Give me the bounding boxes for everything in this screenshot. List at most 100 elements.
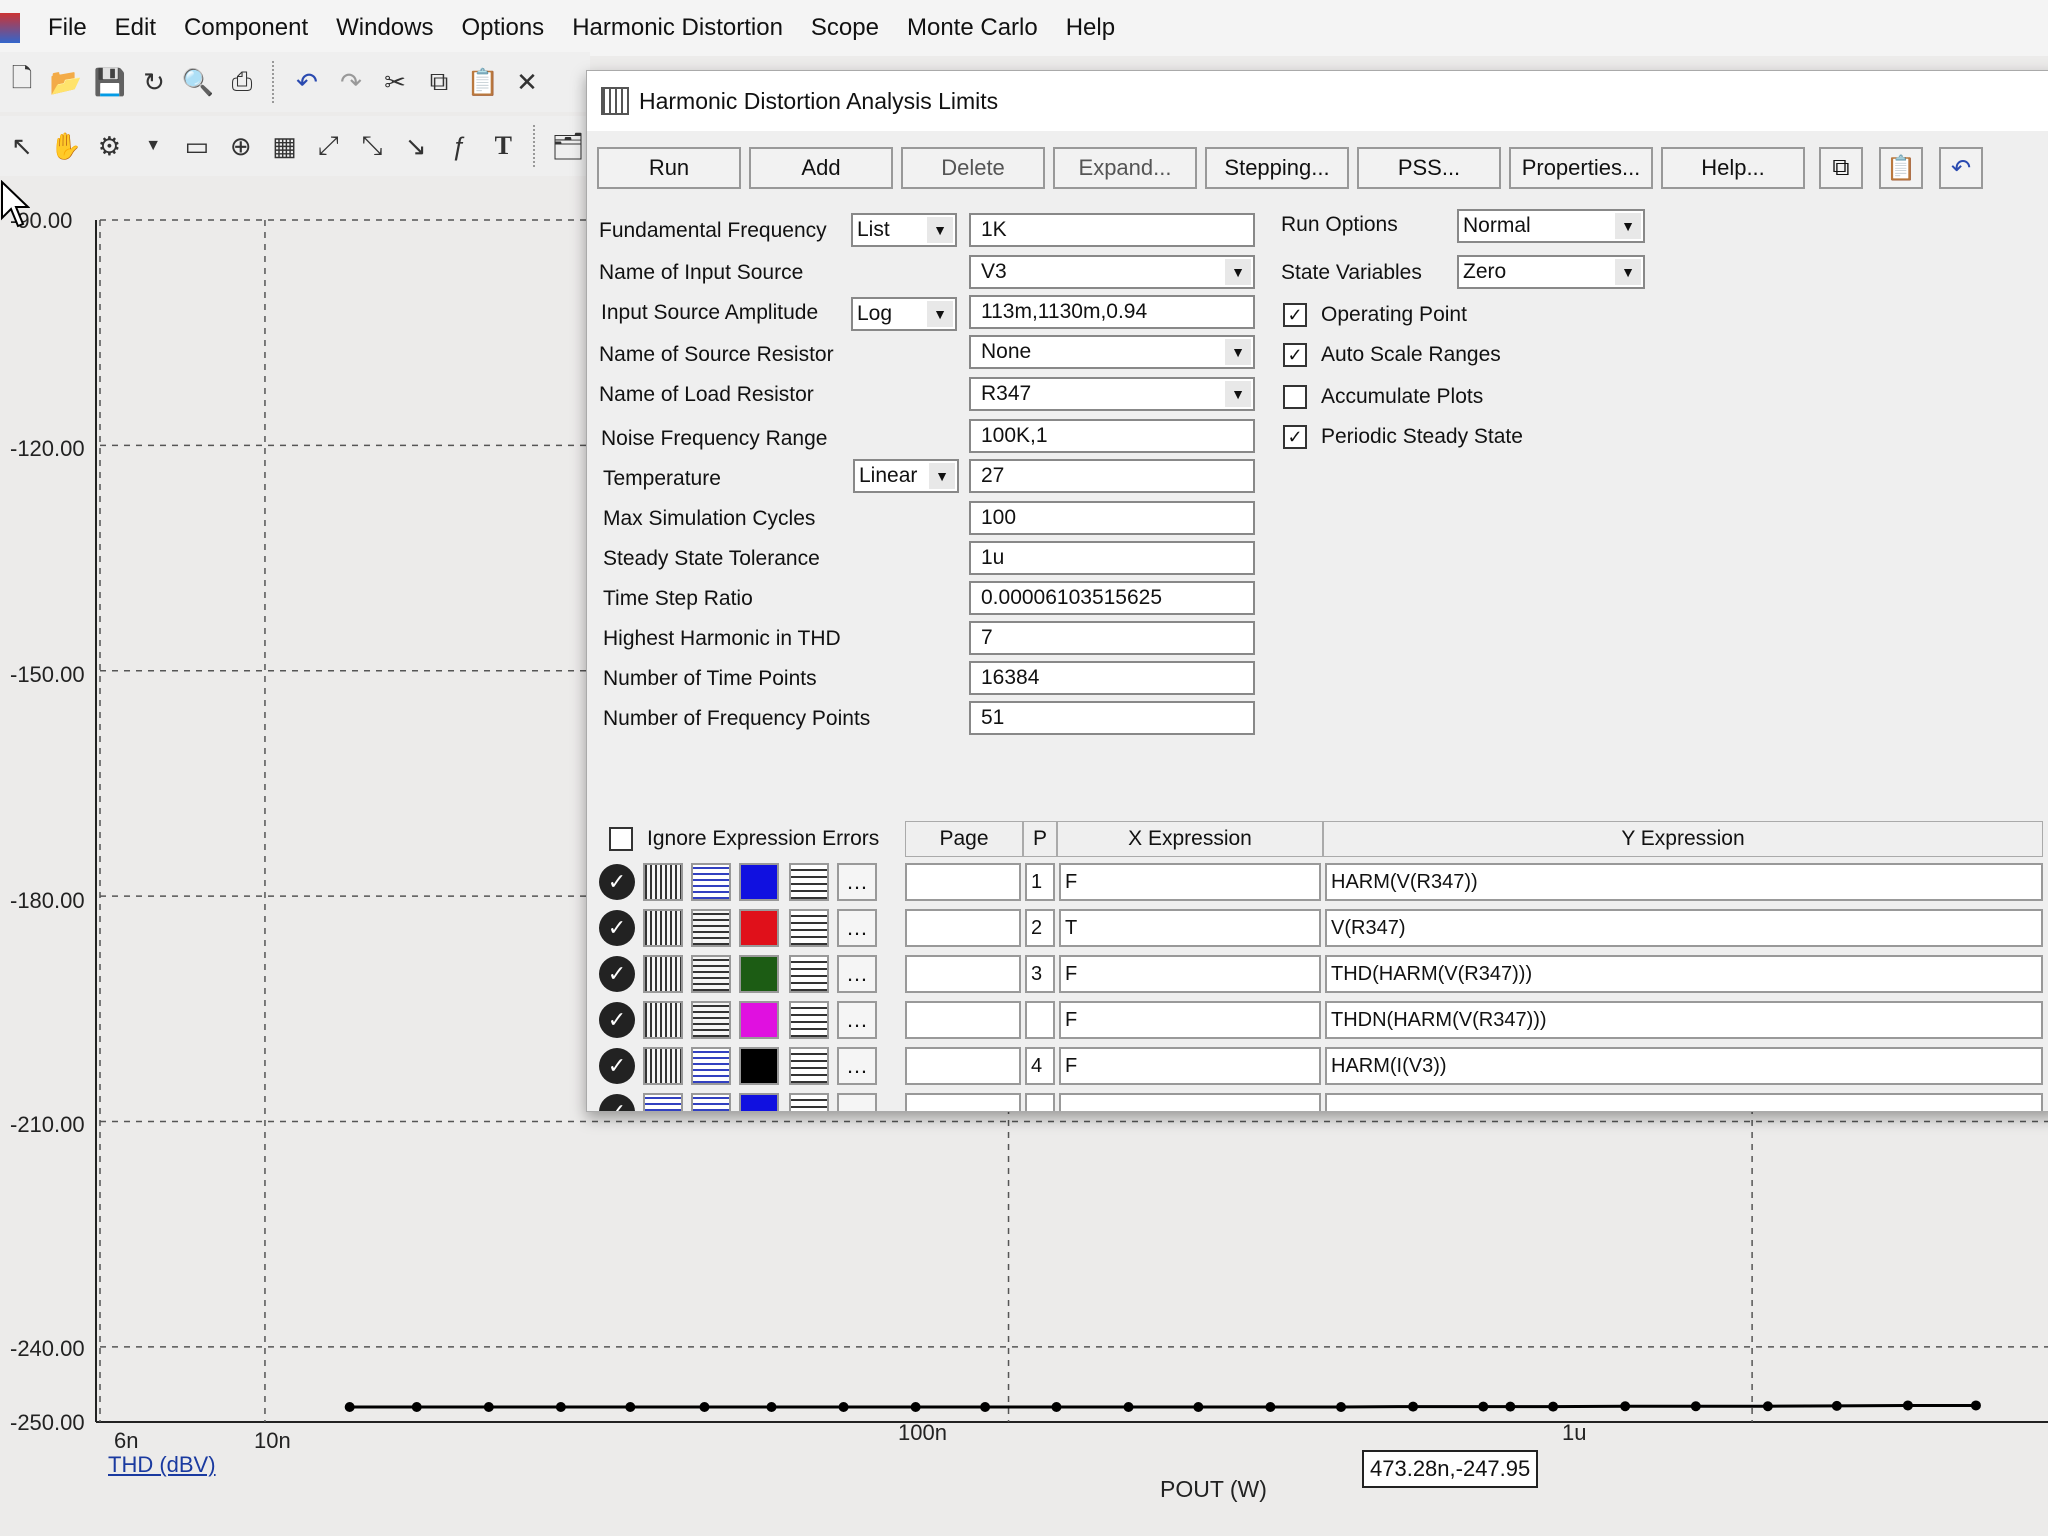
chevron-down-icon[interactable]: ▼ — [927, 301, 953, 327]
bar-style-icon[interactable] — [691, 1047, 731, 1085]
check-circle-icon[interactable]: ✓ — [599, 1094, 635, 1111]
column-p[interactable]: P — [1023, 821, 1057, 857]
chevron-down-icon[interactable]: ▼ — [1615, 213, 1641, 239]
stepping-button[interactable]: Stepping... — [1205, 147, 1349, 189]
periodic-steady-state-checkbox[interactable]: ✓ Periodic Steady State — [1283, 425, 1523, 449]
expression-row[interactable]: ✓ … 2 T V(R347) — [597, 907, 2048, 949]
menu-harmonic-distortion[interactable]: Harmonic Distortion — [558, 14, 797, 42]
line-style-icon[interactable] — [643, 1093, 683, 1111]
refresh-icon[interactable]: ↻ — [134, 62, 174, 102]
temperature-input[interactable]: 27 — [969, 459, 1255, 493]
save-icon[interactable]: 💾 — [90, 62, 130, 102]
operating-point-checkbox[interactable]: ✓ Operating Point — [1283, 303, 1467, 327]
check-icon[interactable]: ✓ — [1283, 425, 1307, 449]
x-expression-cell[interactable]: F — [1059, 863, 1321, 901]
bar-style-icon[interactable] — [691, 1093, 731, 1111]
column-page[interactable]: Page — [905, 821, 1023, 857]
expression-row[interactable]: ✓ … 3 F THD(HARM(V(R347))) — [597, 953, 2048, 995]
page-cell[interactable] — [905, 1093, 1021, 1111]
slope-icon[interactable]: ↘ — [396, 126, 436, 166]
noise-range-input[interactable]: 100K,1 — [969, 419, 1255, 453]
more-options-button[interactable]: … — [837, 863, 877, 901]
table-icon[interactable] — [789, 1001, 829, 1039]
paste-icon[interactable]: 📋 — [463, 62, 503, 102]
bar-style-icon[interactable] — [691, 955, 731, 993]
y-expression-cell[interactable]: HARM(V(R347)) — [1325, 863, 2043, 901]
run-button[interactable]: Run — [597, 147, 741, 189]
color-swatch[interactable] — [739, 909, 779, 947]
delete-button[interactable]: Delete — [901, 147, 1045, 189]
bar-style-icon[interactable] — [691, 1001, 731, 1039]
x-expression-cell[interactable]: F — [1059, 1047, 1321, 1085]
scale-icon[interactable]: ⚙ — [90, 126, 130, 166]
help-button[interactable]: Help... — [1661, 147, 1805, 189]
fundamental-frequency-input[interactable]: 1K — [969, 213, 1255, 247]
add-button[interactable]: Add — [749, 147, 893, 189]
line-style-icon[interactable] — [643, 1001, 683, 1039]
p-cell[interactable]: 2 — [1025, 909, 1055, 947]
select-arrow-icon[interactable]: ↖ — [2, 126, 42, 166]
copy-icon[interactable]: ⧉ — [1819, 147, 1863, 189]
p-cell[interactable] — [1025, 1001, 1055, 1039]
page-cell[interactable] — [905, 863, 1021, 901]
print-icon[interactable]: ⎙ — [222, 62, 262, 102]
pan-hand-icon[interactable]: ✋ — [46, 126, 86, 166]
state-variables-select[interactable]: Zero ▼ — [1457, 255, 1645, 289]
menu-component[interactable]: Component — [170, 14, 322, 42]
grid-icon[interactable]: ▦ — [265, 126, 305, 166]
amplitude-mode-select[interactable]: Log ▼ — [851, 297, 957, 331]
peak-icon[interactable]: ⤢ — [308, 126, 348, 166]
more-options-button[interactable]: … — [837, 1093, 877, 1111]
steady-tolerance-input[interactable]: 1u — [969, 541, 1255, 575]
chevron-down-icon[interactable]: ▼ — [929, 463, 955, 489]
frequency-mode-select[interactable]: List ▼ — [851, 213, 957, 247]
chevron-down-icon[interactable]: ▼ — [927, 217, 953, 243]
column-y-expression[interactable]: Y Expression — [1323, 821, 2043, 857]
check-icon[interactable]: ✓ — [1283, 343, 1307, 367]
check-circle-icon[interactable]: ✓ — [599, 1002, 635, 1038]
new-file-icon[interactable]: 🗋 — [2, 62, 42, 102]
ignore-errors-checkbox[interactable]: Ignore Expression Errors — [609, 827, 879, 851]
color-swatch[interactable] — [739, 955, 779, 993]
temperature-mode-select[interactable]: Linear ▼ — [853, 459, 959, 493]
chevron-down-icon[interactable]: ▼ — [1225, 339, 1251, 365]
expression-row[interactable]: ✓ … F THDN(HARM(V(R347))) — [597, 999, 2048, 1041]
chevron-down-icon[interactable]: ▼ — [1225, 381, 1251, 407]
auto-scale-checkbox[interactable]: ✓ Auto Scale Ranges — [1283, 343, 1501, 367]
p-cell[interactable]: 1 — [1025, 863, 1055, 901]
expand-button[interactable]: Expand... — [1053, 147, 1197, 189]
copy-icon[interactable]: ⧉ — [419, 62, 459, 102]
column-x-expression[interactable]: X Expression — [1057, 821, 1323, 857]
time-step-input[interactable]: 0.00006103515625 — [969, 581, 1255, 615]
x-expression-cell[interactable]: F — [1059, 1001, 1321, 1039]
x-expression-cell[interactable] — [1059, 1093, 1321, 1111]
line-style-icon[interactable] — [643, 863, 683, 901]
table-icon[interactable] — [789, 1047, 829, 1085]
color-swatch[interactable] — [739, 1001, 779, 1039]
line-style-icon[interactable] — [643, 1047, 683, 1085]
check-circle-icon[interactable]: ✓ — [599, 1048, 635, 1084]
menu-help[interactable]: Help — [1052, 14, 1129, 42]
expression-row[interactable]: ✓… — [597, 1091, 2048, 1111]
page-cell[interactable] — [905, 955, 1021, 993]
load-resistor-select[interactable]: R347 ▼ — [969, 377, 1255, 411]
page-cell[interactable] — [905, 909, 1021, 947]
menu-windows[interactable]: Windows — [322, 14, 447, 42]
y-axis-label[interactable]: THD (dBV) — [108, 1452, 216, 1478]
color-swatch[interactable] — [739, 1047, 779, 1085]
highest-harmonic-input[interactable]: 7 — [969, 621, 1255, 655]
line-style-icon[interactable] — [643, 955, 683, 993]
menu-options[interactable]: Options — [447, 14, 558, 42]
delete-icon[interactable]: ✕ — [507, 62, 547, 102]
undo-icon[interactable]: ↶ — [1939, 147, 1983, 189]
dialog-title-bar[interactable]: Harmonic Distortion Analysis Limits — [587, 71, 2048, 131]
y-expression-cell[interactable] — [1325, 1093, 2043, 1111]
freq-points-input[interactable]: 51 — [969, 701, 1255, 735]
pss-button[interactable]: PSS... — [1357, 147, 1501, 189]
valley-icon[interactable]: ⤡ — [352, 126, 392, 166]
y-expression-cell[interactable]: HARM(I(V3)) — [1325, 1047, 2043, 1085]
x-expression-cell[interactable]: F — [1059, 955, 1321, 993]
line-style-icon[interactable] — [643, 909, 683, 947]
p-cell[interactable]: 4 — [1025, 1047, 1055, 1085]
source-resistor-select[interactable]: None ▼ — [969, 335, 1255, 369]
